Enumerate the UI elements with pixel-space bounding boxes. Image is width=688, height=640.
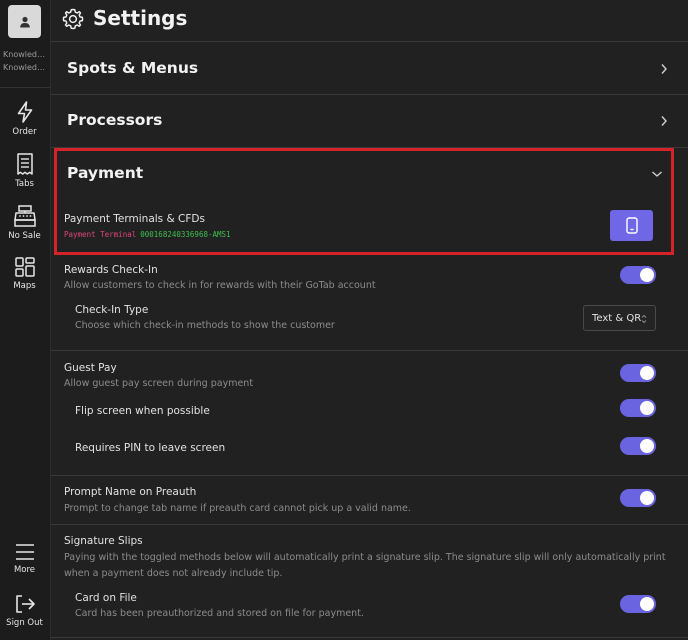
sidebar-item-label: More (13, 565, 36, 575)
checkin-type-select[interactable]: Text & QR (583, 305, 656, 331)
sidebar-item-no-sale[interactable]: No Sale (0, 204, 49, 241)
user-icon (19, 16, 30, 27)
requires-pin-toggle[interactable] (620, 437, 656, 455)
sidebar-item-tabs[interactable]: Tabs (0, 152, 49, 189)
sign-out-icon (15, 595, 35, 613)
updown-arrows-icon (641, 314, 647, 324)
chevron-right-icon (661, 116, 667, 126)
section-title: Processors (67, 111, 163, 129)
rewards-checkin-title: Rewards Check-In (64, 264, 158, 276)
chevron-down-icon[interactable] (651, 170, 663, 178)
card-on-file-title: Card on File (75, 592, 137, 604)
account-name-line2: Knowledge Base (3, 63, 49, 72)
signature-slips-title: Signature Slips (64, 535, 143, 547)
page-title: Settings (93, 6, 188, 30)
section-title-payment[interactable]: Payment (67, 164, 143, 182)
divider (51, 475, 688, 476)
sidebar-item-label: Order (12, 127, 37, 137)
sidebar-divider (0, 87, 51, 88)
guest-pay-title: Guest Pay (64, 362, 117, 374)
cash-register-icon (13, 205, 36, 227)
user-avatar[interactable] (8, 5, 41, 38)
payment-terminal-button[interactable] (610, 210, 653, 241)
gear-icon (62, 8, 84, 30)
page-header: Settings (51, 0, 688, 42)
divider (51, 637, 688, 638)
rewards-checkin-desc: Allow customers to check in for rewards … (64, 280, 376, 291)
terminal-key: Payment Terminal (64, 230, 137, 239)
sidebar-item-maps[interactable]: Maps (0, 256, 49, 291)
payment-terminals-title: Payment Terminals & CFDs (64, 213, 205, 225)
signature-slips-desc-2: when a payment does not already include … (64, 568, 283, 579)
receipt-icon (16, 153, 33, 175)
guest-pay-toggle[interactable] (620, 364, 656, 382)
requires-pin-title: Requires PIN to leave screen (75, 442, 226, 454)
guest-pay-desc: Allow guest pay screen during payment (64, 378, 254, 389)
signature-slips-desc-1: Paying with the toggled methods below wi… (64, 552, 666, 563)
prompt-name-desc: Prompt to change tab name if preauth car… (64, 503, 411, 514)
sidebar-item-order[interactable]: Order (0, 100, 49, 137)
sidebar-item-label: No Sale (8, 231, 41, 241)
checkin-type-desc: Choose which check-in methods to show th… (75, 320, 335, 331)
payment-terminal-entry: Payment Terminal 000168240336968-AMS1 (64, 230, 231, 239)
chevron-right-icon (661, 64, 667, 74)
section-title: Spots & Menus (67, 59, 199, 77)
card-on-file-desc: Card has been preauthorized and stored o… (75, 608, 364, 619)
flip-screen-toggle[interactable] (620, 399, 656, 417)
section-processors[interactable]: Processors (51, 95, 688, 148)
divider (51, 524, 688, 525)
checkin-type-value: Text & QR (592, 312, 642, 324)
card-on-file-toggle[interactable] (620, 595, 656, 613)
sidebar-item-sign-out[interactable]: Sign Out (0, 593, 49, 628)
account-name-line1: Knowledge Base (3, 50, 49, 59)
sidebar-item-label: Maps (13, 281, 36, 291)
sidebar-item-label: Tabs (15, 179, 34, 189)
mobile-device-icon (625, 217, 638, 234)
terminal-id: 000168240336968-AMS1 (140, 230, 231, 239)
hamburger-menu-icon (15, 544, 34, 560)
sidebar-item-label: Sign Out (6, 618, 43, 628)
checkin-type-title: Check-In Type (75, 304, 149, 316)
section-spots-menus[interactable]: Spots & Menus (51, 43, 688, 95)
sidebar: Knowledge Base Knowledge Base Order Tabs… (0, 0, 51, 640)
prompt-name-title: Prompt Name on Preauth (64, 486, 197, 498)
flip-screen-title: Flip screen when possible (75, 405, 210, 417)
sidebar-item-more[interactable]: More (0, 542, 49, 575)
rewards-checkin-toggle[interactable] (620, 266, 656, 284)
prompt-name-toggle[interactable] (620, 489, 656, 507)
grid-layout-icon (14, 257, 35, 277)
divider (51, 350, 688, 351)
lightning-icon (17, 101, 32, 123)
settings-panel: Settings Spots & Menus Processors Paymen… (51, 0, 688, 640)
